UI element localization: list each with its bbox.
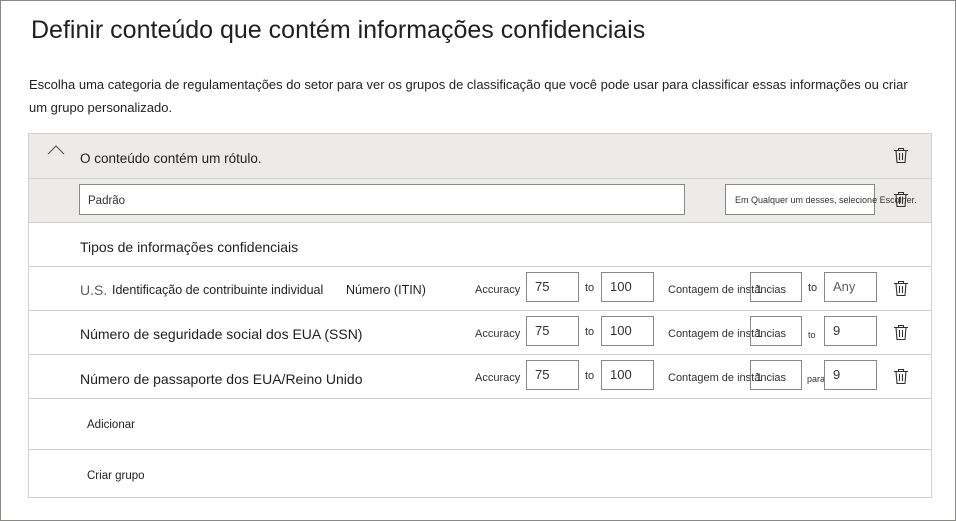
to-label: to — [585, 282, 595, 294]
section-title: Tipos de informações confidenciais — [80, 239, 299, 255]
info-type-name-part3: Número (ITIN) — [346, 283, 426, 297]
delete-row-trash-icon[interactable] — [893, 324, 909, 341]
accuracy-min-input[interactable]: 75 — [526, 272, 579, 302]
accuracy-label: Accuracy — [475, 372, 521, 384]
info-type-name-part1: U.S. — [80, 282, 108, 298]
accuracy-max-input[interactable]: 100 — [601, 360, 654, 390]
count-min-value: 1 — [756, 284, 763, 296]
sensitive-info-row: Número de seguridade social dos EUA (SSN… — [29, 311, 931, 355]
section-title-row: Tipos de informações confidenciais — [29, 223, 931, 267]
to-label: to — [808, 330, 816, 340]
accuracy-label: Accuracy — [475, 328, 521, 340]
count-max-input[interactable]: 9 — [824, 360, 877, 390]
count-max-input[interactable]: 9 — [824, 316, 877, 346]
to-label: to — [585, 370, 595, 382]
page-title: Definir conteúdo que contém informações … — [31, 16, 646, 44]
accuracy-min-input[interactable]: 75 — [526, 360, 579, 390]
group-label: O conteúdo contém um rótulo. — [80, 151, 262, 166]
delete-group-trash-icon[interactable] — [893, 147, 909, 164]
group-header-row: O conteúdo contém um rótulo. — [29, 134, 931, 179]
to-label: to — [808, 282, 818, 294]
count-min-value: 1 — [756, 372, 763, 384]
group-name-row: Padrão Em Qualquer um desses, selecione … — [29, 179, 931, 223]
condition-panel: O conteúdo contém um rótulo. Padrão Em Q… — [28, 133, 932, 498]
page-description: Escolha uma categoria de regulamentações… — [29, 77, 908, 115]
group-name-input[interactable]: Padrão — [79, 184, 685, 215]
operator-dropdown[interactable]: Em Qualquer um desses, selecione Escolhe… — [725, 184, 917, 215]
sensitive-info-row: U.S. Identificação de contribuinte indiv… — [29, 267, 931, 311]
add-row: Adicionar — [29, 399, 931, 450]
delete-row-trash-icon[interactable] — [893, 280, 909, 297]
info-type-name: Número de seguridade social dos EUA (SSN… — [80, 326, 363, 342]
delete-trash-icon[interactable] — [893, 191, 909, 208]
create-group-row: Criar grupo — [29, 450, 931, 498]
add-button[interactable]: Adicionar — [87, 419, 135, 431]
to-label: para — [807, 374, 826, 384]
accuracy-label: Accuracy — [475, 284, 521, 296]
info-type-name: Número de passaporte dos EUA/Reino Unido — [80, 371, 363, 387]
info-type-name-part2: Identificação de contribuinte individual — [112, 283, 324, 297]
chevron-up-icon[interactable] — [46, 144, 66, 156]
accuracy-max-input[interactable]: 100 — [601, 316, 654, 346]
sensitive-info-row: Número de passaporte dos EUA/Reino Unido… — [29, 355, 931, 399]
accuracy-max-input[interactable]: 100 — [601, 272, 654, 302]
count-max-input[interactable]: Any — [824, 272, 877, 302]
create-group-button[interactable]: Criar grupo — [87, 470, 145, 482]
count-min-value: 1 — [756, 328, 763, 340]
to-label: to — [585, 326, 595, 338]
accuracy-min-input[interactable]: 75 — [526, 316, 579, 346]
delete-row-trash-icon[interactable] — [893, 368, 909, 385]
